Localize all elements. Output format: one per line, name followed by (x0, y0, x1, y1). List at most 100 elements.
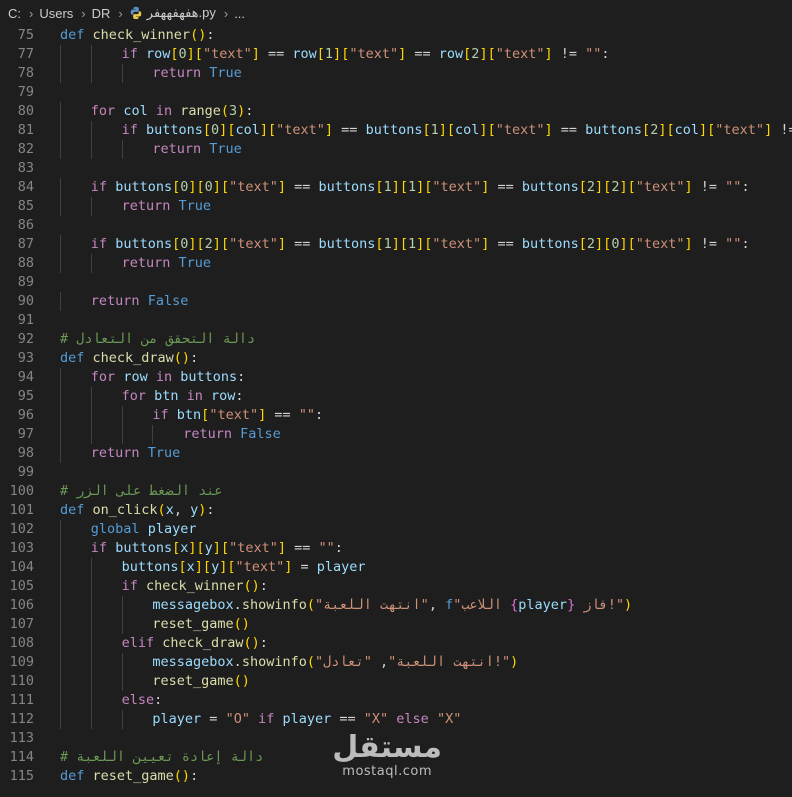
code-token: if (249, 711, 283, 727)
indent-guide (60, 102, 61, 121)
code-line[interactable]: 95 for btn in row: (0, 387, 792, 406)
code-text: def on_click(x, y): (60, 501, 215, 520)
code-token: ] (544, 122, 553, 138)
code-line[interactable]: 102 global player (0, 520, 792, 539)
code-token: ] (391, 179, 400, 195)
line-number: 77 (17, 46, 34, 62)
code-line[interactable]: 94 for row in buttons: (0, 368, 792, 387)
indent-guide (121, 615, 123, 634)
code-line[interactable]: 107 reset_game() (0, 615, 792, 634)
code-line[interactable]: 104 buttons[x][y]["text"] = player (0, 558, 792, 577)
indent-guide (90, 577, 92, 596)
breadcrumb-more[interactable]: ... (234, 6, 245, 21)
code-token: : (154, 692, 163, 708)
breadcrumb-item-users[interactable]: Users (39, 6, 73, 21)
code-token: "text" (432, 179, 482, 195)
code-line[interactable]: 90 return False (0, 292, 792, 311)
code-token: col (455, 122, 480, 138)
code-token: global (90, 521, 148, 537)
line-number: 89 (17, 274, 34, 290)
code-token: buttons (521, 179, 579, 195)
indent-guide (121, 672, 123, 691)
code-line[interactable]: 100 # عند الضغط على الزر (0, 482, 792, 501)
code-line[interactable]: 81 if buttons[0][col]["text"] == buttons[… (0, 121, 792, 140)
chevron-right-icon: › (223, 5, 229, 21)
breadcrumb-item-drive[interactable]: C: (8, 6, 21, 21)
code-token: y (190, 502, 199, 518)
code-line[interactable]: 84 if buttons[0][0]["text"] == buttons[1]… (0, 178, 792, 197)
code-line[interactable]: 112 player = "O" if player == "X" else "X… (0, 710, 792, 729)
code-line[interactable]: 110 reset_game() (0, 672, 792, 691)
code-line[interactable]: 108 elif check_draw(): (0, 634, 792, 653)
code-line[interactable]: 89 (0, 273, 792, 292)
code-token: ] (699, 122, 708, 138)
code-token: "text" (276, 122, 325, 138)
line-number: 84 (17, 179, 34, 195)
chevron-right-icon: › (29, 5, 34, 21)
code-token: == (286, 540, 319, 556)
line-number: 78 (17, 65, 34, 81)
code-line[interactable]: 77 if row[0]["text"] == row[1]["text"] ==… (0, 45, 792, 64)
code-token: () (233, 673, 250, 689)
code-line[interactable]: 86 (0, 216, 792, 235)
code-token: ] (277, 540, 286, 556)
code-token: ] (324, 122, 334, 138)
code-token: check_winner (92, 27, 191, 43)
code-token: reset_game (92, 768, 174, 784)
indent-guide (90, 710, 92, 729)
code-token: == (489, 179, 522, 195)
line-number: 103 (9, 540, 34, 556)
code-token: reset_game (152, 673, 234, 689)
code-token: 0 (178, 46, 187, 62)
code-text: player = "O" if player == "X" else "X" (152, 710, 461, 729)
code-token: [ (172, 540, 181, 556)
code-editor[interactable]: 75 def check_winner(): 77 if row[0]["text"]… (0, 26, 792, 786)
code-line[interactable]: 83 (0, 159, 792, 178)
code-line[interactable]: 101 def on_click(x, y): (0, 501, 792, 520)
code-line[interactable]: 111 else: (0, 691, 792, 710)
code-token: x (186, 559, 195, 575)
indent-guide (60, 596, 61, 615)
code-line[interactable]: 103 if buttons[x][y]["text"] == "": (0, 539, 792, 558)
line-number: 96 (17, 407, 34, 423)
code-line[interactable]: 75 def check_winner(): (0, 26, 792, 45)
code-token: () (190, 27, 207, 43)
code-token: buttons (115, 236, 173, 252)
code-line[interactable]: 106 messagebox.showinfo("انتهت اللعبة", f… (0, 596, 792, 615)
code-text: return True (91, 444, 180, 463)
indent-guide (60, 615, 61, 634)
code-line[interactable]: 97 return False (0, 425, 792, 444)
breadcrumb-file-name[interactable]: هفهفههفر.py (147, 5, 216, 21)
code-token: ] (186, 46, 195, 62)
code-token: : (259, 578, 268, 594)
code-line[interactable]: 80 for col in range(3): (0, 102, 792, 121)
code-token: col (674, 122, 699, 138)
code-token: player (518, 597, 568, 613)
code-line[interactable]: 92 # دالة التحقق من التعادل (0, 330, 792, 349)
code-token: ( (306, 597, 315, 613)
code-line[interactable]: 96 if btn["text"] == "": (0, 406, 792, 425)
code-line[interactable]: 98 return True (0, 444, 792, 463)
breadcrumb-item-dr[interactable]: DR (92, 6, 111, 21)
code-line[interactable]: 105 if check_winner(): (0, 577, 792, 596)
code-token: # دالة التحقق من التعادل (60, 331, 256, 347)
code-token: "text" (229, 179, 278, 195)
indent-guide (121, 653, 123, 672)
code-token: () (243, 635, 260, 651)
code-line[interactable]: 79 (0, 83, 792, 102)
code-line[interactable]: 109 messagebox.showinfo("انتهت اللعبة", "… (0, 653, 792, 672)
code-line[interactable]: 85 return True (0, 197, 792, 216)
code-token: ] (595, 236, 604, 252)
code-token: True (209, 65, 242, 81)
code-token: if (152, 407, 177, 423)
code-line[interactable]: 78 return True (0, 64, 792, 83)
code-line[interactable]: 91 (0, 311, 792, 330)
code-text: if row[0]["text"] == row[1]["text"] == r… (122, 45, 610, 64)
code-line[interactable]: 87 if buttons[0][2]["text"] == buttons[1]… (0, 235, 792, 254)
code-line[interactable]: 99 (0, 463, 792, 482)
code-line[interactable]: 93 def check_draw(): (0, 349, 792, 368)
code-line[interactable]: 88 return True (0, 254, 792, 273)
code-line[interactable]: 82 return True (0, 140, 792, 159)
code-token: . (233, 654, 242, 670)
code-token: if (121, 122, 146, 138)
